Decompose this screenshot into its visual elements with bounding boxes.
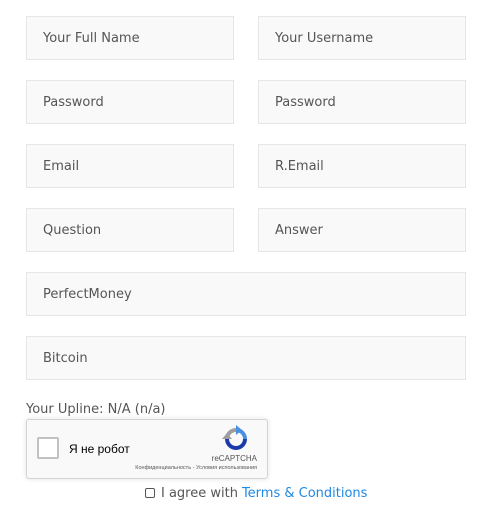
password-confirm-input[interactable] — [258, 80, 466, 124]
terms-checkbox[interactable] — [145, 488, 155, 498]
security-answer-input[interactable] — [258, 208, 466, 252]
username-input[interactable] — [258, 16, 466, 60]
upline-text: Your Upline: N/A (n/a) — [26, 402, 166, 417]
email-input[interactable] — [26, 144, 234, 188]
perfectmoney-input[interactable] — [26, 272, 466, 316]
recaptcha-label: Я не робот — [69, 442, 130, 456]
bitcoin-input[interactable] — [26, 336, 466, 380]
terms-prefix: I agree with — [161, 485, 238, 501]
recaptcha-logo-icon — [222, 425, 247, 450]
recaptcha-widget: Я не робот reCAPTCHA Конфиденциальность … — [26, 419, 268, 479]
terms-agreement: I agree with Terms & Conditions — [145, 485, 367, 501]
terms-link[interactable]: Terms & Conditions — [242, 486, 368, 501]
security-question-input[interactable] — [26, 208, 234, 252]
recaptcha-checkbox[interactable] — [37, 437, 59, 459]
recaptcha-brand: reCAPTCHA — [211, 454, 257, 463]
recaptcha-privacy-terms-links[interactable]: Конфиденциальность - Условия использован… — [135, 465, 257, 471]
email-confirm-input[interactable] — [258, 144, 466, 188]
full-name-input[interactable] — [26, 16, 234, 60]
password-input[interactable] — [26, 80, 234, 124]
